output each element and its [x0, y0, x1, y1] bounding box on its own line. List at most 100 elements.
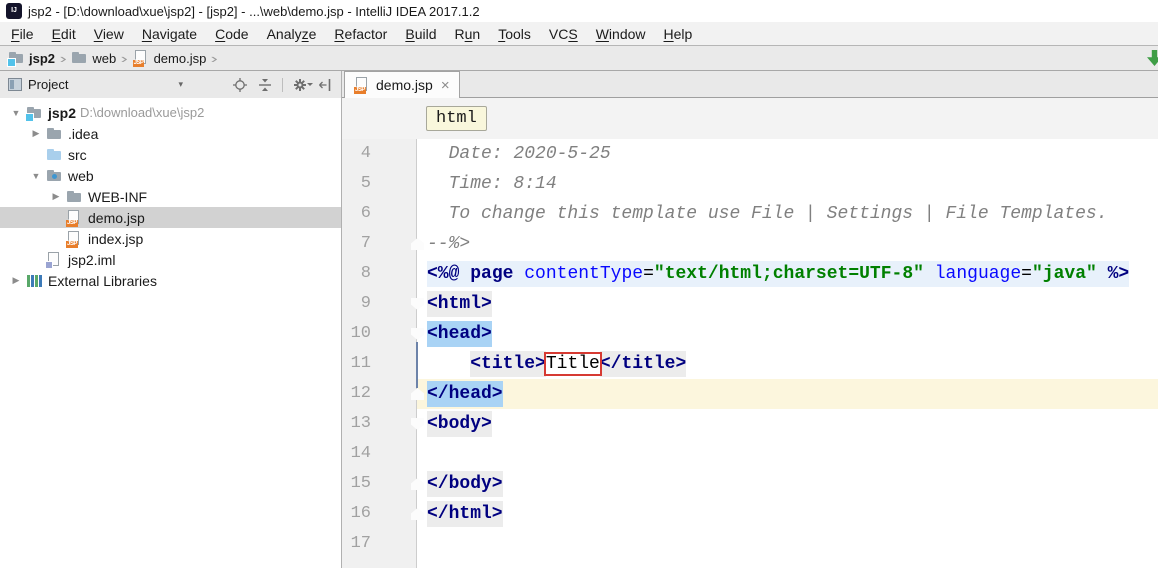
- code-token: Date: 2020-5-25: [427, 144, 611, 164]
- tree-item-demo-jsp[interactable]: JSPdemo.jsp: [0, 207, 341, 228]
- code-line-16[interactable]: 16 </html>: [342, 499, 1158, 529]
- code-text: --%>: [417, 229, 1158, 259]
- gutter[interactable]: 16: [342, 499, 417, 529]
- code-token: =: [643, 264, 654, 284]
- hide-panel-icon[interactable]: [317, 77, 333, 93]
- tree-item-label: index.jsp: [88, 231, 143, 247]
- menu-item-help[interactable]: Help: [655, 25, 702, 43]
- code-line-8[interactable]: 8<%@ page contentType="text/html;charset…: [342, 259, 1158, 289]
- close-icon[interactable]: ×: [441, 77, 450, 94]
- code-line-9[interactable]: 9<html>: [342, 289, 1158, 319]
- code-text: </head>: [417, 379, 1158, 409]
- code-token: "java": [1032, 264, 1097, 284]
- code-line-5[interactable]: 5 Time: 8:14: [342, 169, 1158, 199]
- nav-item-jsp2[interactable]: jsp2: [8, 50, 55, 66]
- code-editor[interactable]: 4 Date: 2020-5-255 Time: 8:146 To change…: [342, 139, 1158, 568]
- gutter[interactable]: 9: [342, 289, 417, 319]
- tree-item-web[interactable]: ▼web: [0, 165, 341, 186]
- gutter[interactable]: 5: [342, 169, 417, 199]
- code-token: </body>: [427, 471, 503, 497]
- tree-item--idea[interactable]: ▶.idea: [0, 123, 341, 144]
- breadcrumb-html[interactable]: html: [426, 106, 487, 131]
- tree-item-index-jsp[interactable]: JSPindex.jsp: [0, 228, 341, 249]
- chevron-right-icon: ›: [121, 51, 128, 66]
- gutter[interactable]: 6: [342, 199, 417, 229]
- gutter[interactable]: 12: [342, 379, 417, 409]
- tree-item-jsp2-iml[interactable]: jsp2.iml: [0, 249, 341, 270]
- tree-item-label: jsp2.iml: [68, 252, 115, 268]
- chevron-down-icon[interactable]: [178, 79, 183, 90]
- code-line-11[interactable]: 11 <title>Title</title>: [342, 349, 1158, 379]
- project-panel-title: Project: [28, 77, 68, 92]
- code-text: [417, 439, 1158, 469]
- gutter[interactable]: 15: [342, 469, 417, 499]
- code-line-6[interactable]: 6 To change this template use File | Set…: [342, 199, 1158, 229]
- code-line-15[interactable]: 15 </body>: [342, 469, 1158, 499]
- menu-item-build[interactable]: Build: [396, 25, 445, 43]
- menu-item-view[interactable]: View: [85, 25, 133, 43]
- collapse-all-icon[interactable]: [257, 77, 273, 93]
- folder-icon: [66, 189, 83, 205]
- nav-item-label: web: [92, 51, 116, 66]
- gutter[interactable]: 13: [342, 409, 417, 439]
- code-token: [513, 264, 524, 284]
- project-panel-header: Project: [0, 71, 341, 98]
- code-line-10[interactable]: 10<head>: [342, 319, 1158, 349]
- code-lines: 4 Date: 2020-5-255 Time: 8:146 To change…: [342, 139, 1158, 559]
- tree-item-src[interactable]: src: [0, 144, 341, 165]
- toolbar-separator: [282, 78, 283, 92]
- gear-dropdown-caret-icon: [307, 83, 313, 89]
- folder-project-icon: [8, 50, 25, 66]
- window-title: jsp2 - [D:\download\xue\jsp2] - [jsp2] -…: [28, 4, 480, 19]
- tree-item-web-inf[interactable]: ▶WEB-INF: [0, 186, 341, 207]
- tree-item-label: web: [68, 168, 94, 184]
- gutter[interactable]: 11: [342, 349, 417, 379]
- menu-item-analyze[interactable]: Analyze: [258, 25, 326, 43]
- menu-item-refactor[interactable]: Refactor: [325, 25, 396, 43]
- tab-strip: JSPdemo.jsp×: [342, 71, 1158, 98]
- code-line-17[interactable]: 17: [342, 529, 1158, 559]
- gutter[interactable]: 4: [342, 139, 417, 169]
- line-number: 7: [361, 234, 371, 253]
- menu-item-edit[interactable]: Edit: [43, 25, 85, 43]
- line-number: 8: [361, 264, 371, 283]
- settings-gear-icon[interactable]: [292, 77, 308, 93]
- chevron-right-icon: ›: [211, 51, 218, 66]
- nav-item-demo-jsp[interactable]: JSPdemo.jsp: [133, 50, 207, 66]
- code-token: <body>: [427, 411, 492, 437]
- tree-item-label: WEB-INF: [88, 189, 147, 205]
- gutter[interactable]: 10: [342, 319, 417, 349]
- code-text: To change this template use File | Setti…: [417, 199, 1158, 229]
- gutter[interactable]: 7: [342, 229, 417, 259]
- menu-item-window[interactable]: Window: [587, 25, 655, 43]
- tab-demo-jsp[interactable]: JSPdemo.jsp×: [344, 71, 460, 98]
- code-token: </html>: [427, 501, 503, 527]
- code-line-13[interactable]: 13 <body>: [342, 409, 1158, 439]
- menu-item-code[interactable]: Code: [206, 25, 257, 43]
- tree-item-jsp2[interactable]: ▼jsp2D:\download\xue\jsp2: [0, 102, 341, 123]
- locate-icon[interactable]: [232, 77, 248, 93]
- code-line-7[interactable]: 7 --%>: [342, 229, 1158, 259]
- code-text: Date: 2020-5-25: [417, 139, 1158, 169]
- tree-item-external-libraries[interactable]: ▶External Libraries: [0, 270, 341, 291]
- green-arrow-icon[interactable]: [1147, 50, 1158, 66]
- menu-item-navigate[interactable]: Navigate: [133, 25, 206, 43]
- line-number: 10: [351, 324, 371, 343]
- code-line-14[interactable]: 14: [342, 439, 1158, 469]
- code-line-12[interactable]: 12</head>: [342, 379, 1158, 409]
- line-number: 13: [351, 414, 371, 433]
- tree-item-label: src: [68, 147, 87, 163]
- code-text: <title>Title</title>: [417, 349, 1158, 379]
- menu-item-run[interactable]: Run: [446, 25, 490, 43]
- code-line-4[interactable]: 4 Date: 2020-5-25: [342, 139, 1158, 169]
- gutter[interactable]: 8: [342, 259, 417, 289]
- nav-item-web[interactable]: web: [71, 50, 116, 66]
- gutter[interactable]: 17: [342, 529, 417, 559]
- code-token: <title>: [470, 351, 546, 377]
- menu-item-tools[interactable]: Tools: [489, 25, 540, 43]
- triangle-down-icon: ▼: [6, 108, 26, 118]
- menu-item-vcs[interactable]: VCS: [540, 25, 587, 43]
- gutter[interactable]: 14: [342, 439, 417, 469]
- menu-item-file[interactable]: File: [2, 25, 43, 43]
- code-token: <%@: [427, 264, 470, 284]
